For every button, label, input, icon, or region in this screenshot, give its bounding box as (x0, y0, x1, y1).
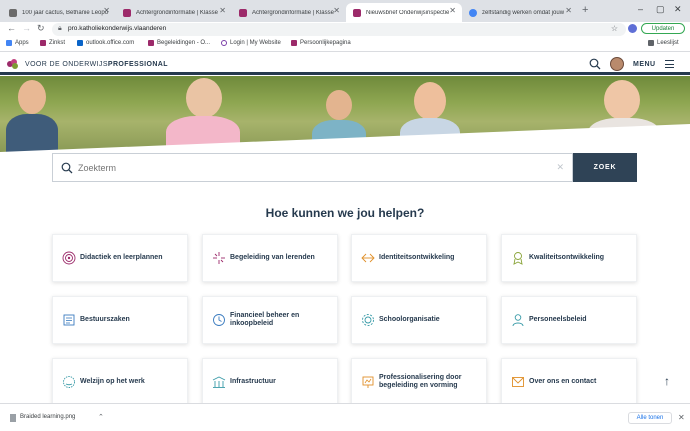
bookmark-apps[interactable]: Apps (6, 40, 29, 46)
search-field[interactable]: ✕ (52, 153, 573, 182)
contact-icon (512, 377, 524, 387)
search-icon[interactable] (589, 58, 601, 70)
bookmark-item[interactable]: outlook.office.com (77, 40, 134, 46)
close-icon[interactable]: ✕ (678, 413, 685, 422)
tab-close-icon[interactable]: ✕ (565, 6, 572, 15)
medal-icon (513, 252, 523, 265)
gear-icon (362, 314, 374, 326)
category-card-kwaliteit[interactable]: Kwaliteitsontwikkeling (501, 234, 637, 282)
tab-close-icon[interactable]: ✕ (103, 6, 110, 15)
bookmark-favicon-icon (291, 40, 297, 46)
show-all-downloads-button[interactable]: Alle tonen (628, 412, 672, 424)
tab-favicon-icon (123, 9, 131, 17)
category-card-welzijn[interactable]: Welzijn op het werk (52, 358, 188, 406)
category-card-identiteit[interactable]: Identiteitsontwikkeling (351, 234, 487, 282)
person-icon (512, 314, 524, 327)
bookmark-item[interactable]: Persoonlijkepagina (291, 40, 351, 46)
scroll-to-top-icon[interactable]: ↑ (664, 374, 670, 388)
browser-tab[interactable]: Achtergrondinformatie | Klasse ✕ (116, 3, 232, 22)
chevron-up-icon[interactable]: ⌃ (98, 413, 104, 421)
browser-tab-active[interactable]: Nieuwsbrief Onderwijsinspectie ✕ (346, 3, 462, 22)
update-button[interactable]: Updaten (641, 23, 685, 34)
hero-image (0, 76, 690, 152)
back-arrow-icon[interactable]: ← (7, 23, 16, 33)
hero-diagonal-edge (0, 124, 690, 152)
file-icon (10, 414, 16, 422)
download-file-name[interactable]: Braided learning.png (20, 414, 75, 420)
bookmark-favicon-icon (221, 40, 227, 46)
address-bar[interactable]: 🔒︎ pro.katholiekonderwijs.vlaanderen ☆ (52, 23, 626, 36)
tab-close-icon[interactable]: ✕ (333, 6, 340, 15)
clear-icon[interactable]: ✕ (556, 162, 564, 173)
minimize-icon[interactable]: – (638, 4, 643, 14)
target-icon (62, 251, 76, 265)
reload-icon[interactable]: ↻ (37, 23, 45, 34)
bookmark-star-icon[interactable]: ☆ (611, 24, 618, 33)
reading-list[interactable]: Leeslijst (648, 40, 679, 46)
globe-icon (63, 376, 75, 388)
browser-toolbar: ← → ↻ 🔒︎ pro.katholiekonderwijs.vlaander… (0, 22, 690, 37)
bookmark-favicon-icon (148, 40, 154, 46)
apps-grid-icon (6, 40, 12, 46)
forward-arrow-icon[interactable]: → (22, 23, 31, 33)
search-button[interactable]: ZOEK (573, 153, 637, 182)
close-window-icon[interactable]: ✕ (674, 4, 682, 15)
avatar[interactable] (610, 57, 624, 71)
new-tab-button[interactable]: + (582, 4, 588, 16)
browser-tab[interactable]: zelfstandig werken omdat jouw ✕ (462, 3, 578, 22)
browser-tab[interactable]: 100 jaar cactus, Bethanie Leopo ✕ (2, 3, 116, 22)
browser-tab-strip: 100 jaar cactus, Bethanie Leopo ✕ Achter… (0, 0, 690, 22)
hamburger-icon[interactable] (665, 60, 674, 68)
maximize-icon[interactable]: ▢ (656, 4, 665, 15)
menu-button[interactable]: MENU (633, 61, 656, 68)
bookmark-favicon-icon (40, 40, 46, 46)
tab-close-icon[interactable]: ✕ (449, 6, 456, 15)
category-card-bestuur[interactable]: Bestuurszaken (52, 296, 188, 344)
category-card-personeel[interactable]: Personeelsbeleid (501, 296, 637, 344)
section-title: Hoe kunnen we jou helpen? (265, 206, 425, 220)
category-card-schoolorganisatie[interactable]: Schoolorganisatie (351, 296, 487, 344)
address-url: pro.katholiekonderwijs.vlaanderen (68, 25, 167, 32)
site-logo-text[interactable]: VOOR DE ONDERWIJSPROFESSIONAL (25, 61, 168, 68)
category-card-infrastructuur[interactable]: Infrastructuur (202, 358, 338, 406)
clock-icon (213, 314, 225, 326)
lock-icon: 🔒︎ (58, 25, 62, 32)
spark-icon (213, 252, 225, 264)
browser-tab[interactable]: Achtergrondinformatie | Klasse ✕ (232, 3, 346, 22)
document-icon (63, 314, 75, 326)
tab-favicon-icon (239, 9, 247, 17)
category-card-contact[interactable]: Over ons en contact (501, 358, 637, 406)
arrows-icon (361, 253, 375, 263)
search-input[interactable] (78, 161, 548, 175)
category-card-professionalisering[interactable]: Professionalisering door begeleiding en … (351, 358, 487, 406)
tab-close-icon[interactable]: ✕ (219, 6, 226, 15)
browser-profile-icon[interactable] (628, 24, 637, 33)
download-bar: Braided learning.png ⌃ Alle tonen ✕ (0, 403, 690, 431)
bookmark-item[interactable]: Login | My Website (221, 40, 281, 46)
building-icon (212, 376, 226, 388)
bookmark-item[interactable]: Begeleidingen - O... (148, 40, 210, 46)
logo-icon[interactable] (7, 59, 19, 70)
tab-favicon-icon (469, 9, 477, 17)
presentation-icon (362, 376, 374, 388)
bookmark-favicon-icon (77, 40, 83, 46)
search-icon (61, 162, 73, 174)
bookmarks-bar: Apps Zinkst outlook.office.com Begeleidi… (0, 37, 690, 52)
category-card-financieel[interactable]: Financieel beheer en inkoopbeleid (202, 296, 338, 344)
bookmark-item[interactable]: Zinkst (40, 40, 65, 46)
reading-list-icon (648, 40, 654, 46)
site-header: VOOR DE ONDERWIJSPROFESSIONAL MENU (0, 53, 690, 75)
category-card-begeleiding[interactable]: Begeleiding van lerenden (202, 234, 338, 282)
tab-favicon-icon (9, 9, 17, 17)
tab-favicon-icon (353, 9, 361, 17)
category-card-didactiek[interactable]: Didactiek en leerplannen (52, 234, 188, 282)
